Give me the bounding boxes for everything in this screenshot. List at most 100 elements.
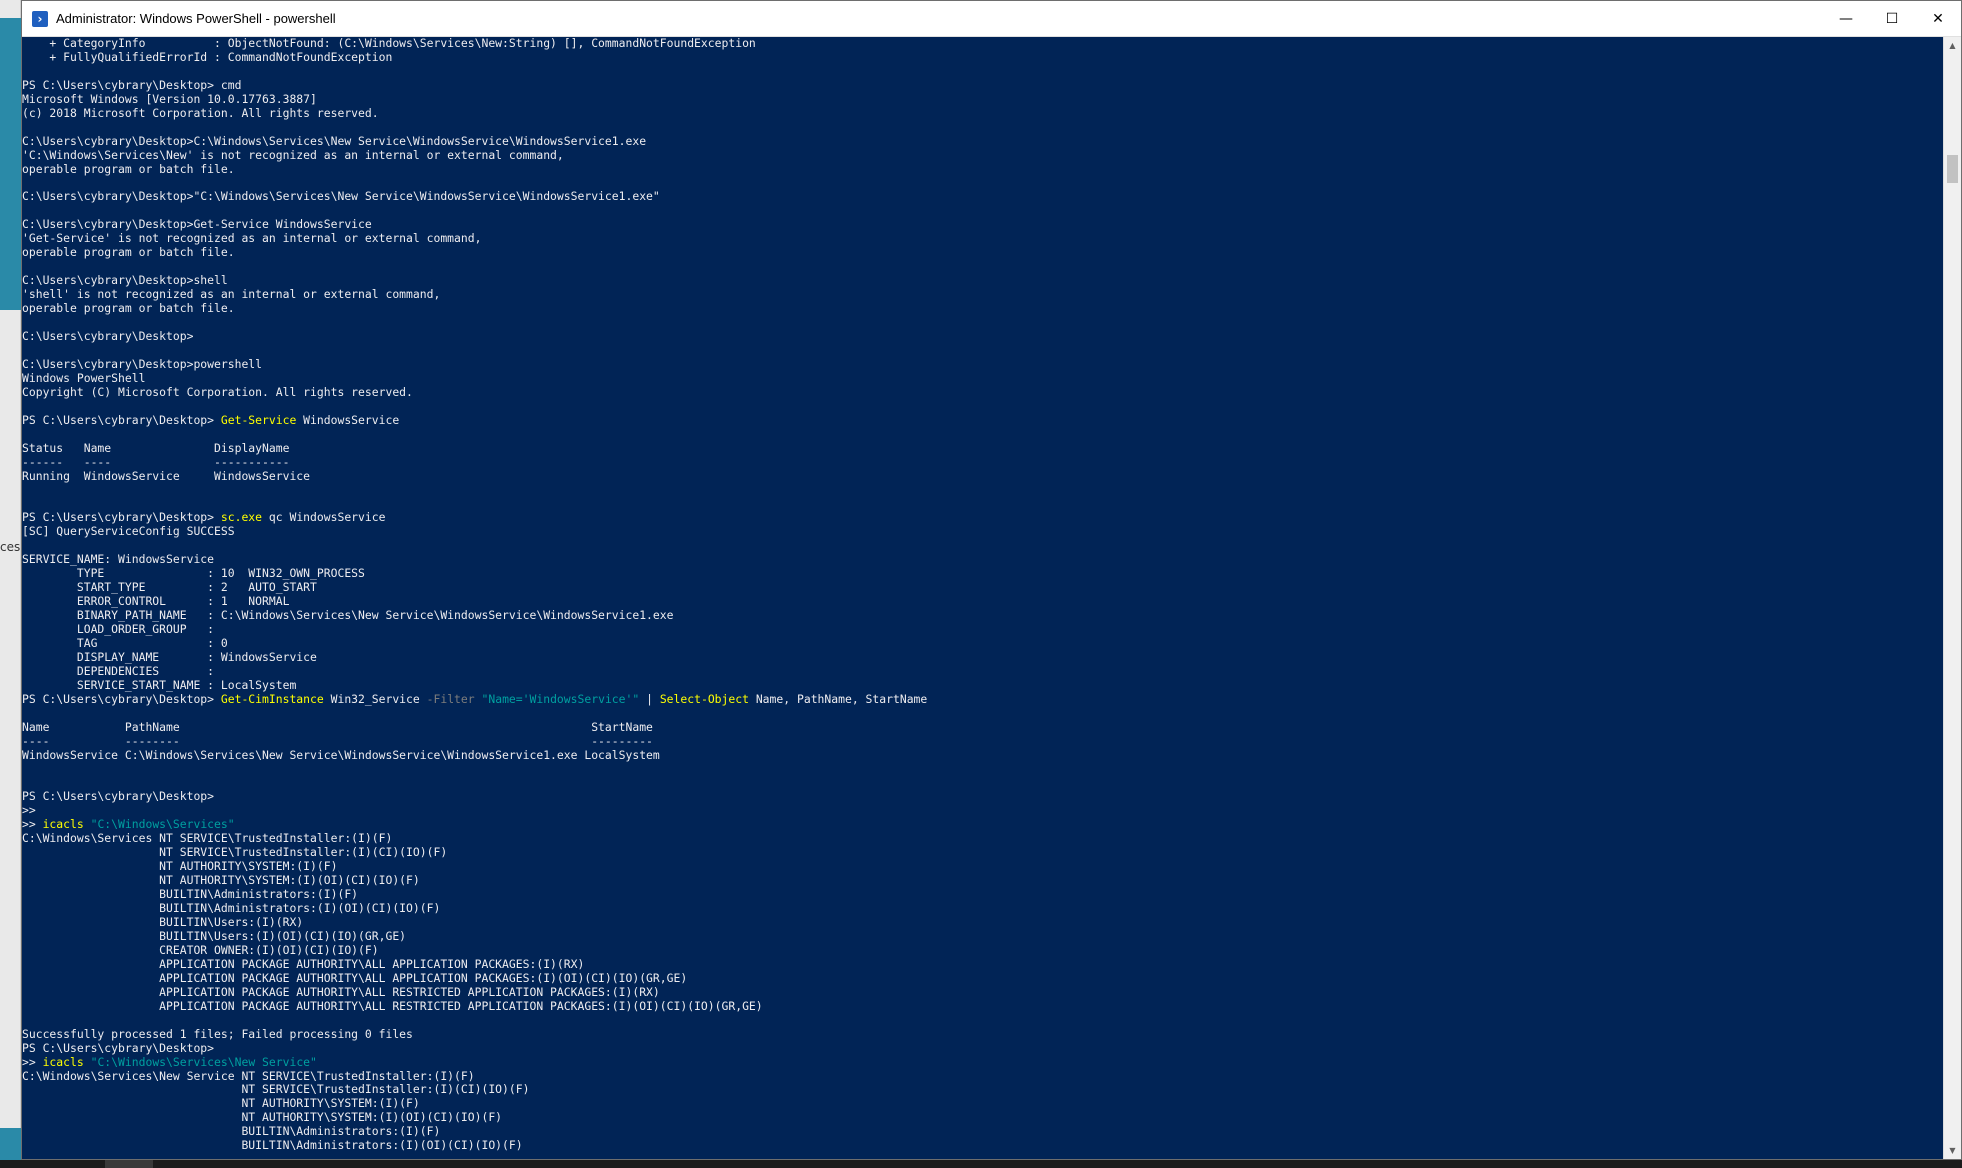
console-segment: Windows PowerShell (22, 370, 146, 385)
console-line: C:\Users\cybrary\Desktop>C:\Windows\Serv… (22, 134, 646, 148)
console-line: BUILTIN\Administrators:(I)(OI)(CI)(IO)(F… (22, 901, 440, 915)
console-line: PS C:\Users\cybrary\Desktop> (22, 1041, 214, 1055)
console-line: Status Name DisplayName (22, 441, 289, 455)
console-segment: DEPENDENCIES : (22, 663, 215, 678)
background-window-accent (0, 18, 21, 310)
console-segment: BUILTIN\Administrators:(I)(OI)(CI)(IO)(F… (22, 1138, 523, 1153)
background-window-strip: ces (0, 0, 21, 1160)
console-line: (c) 2018 Microsoft Corporation. All righ… (22, 106, 379, 120)
console-line: Running WindowsService WindowsService (22, 469, 310, 483)
console-output[interactable]: + CategoryInfo : ObjectNotFound: (C:\Win… (22, 37, 1943, 1159)
minimize-button[interactable]: — (1823, 1, 1869, 37)
console-segment: PS C:\Users\cybrary\Desktop> (22, 1040, 215, 1055)
console-segment: C:\Users\cybrary\Desktop>shell (22, 273, 228, 288)
console-line: Successfully processed 1 files; Failed p… (22, 1027, 413, 1041)
vertical-scrollbar[interactable]: ▲ ▼ (1943, 37, 1961, 1159)
console-segment: "C:\Windows\Services\New Service" (90, 1054, 317, 1069)
console-line: PS C:\Users\cybrary\Desktop> cmd (22, 78, 241, 92)
console-segment: START_TYPE : 2 AUTO_START (22, 580, 317, 595)
console-segment: "C:\Windows\Services" (90, 817, 235, 832)
console-segment: NT AUTHORITY\SYSTEM:(I)(OI)(CI)(IO)(F) (22, 1110, 503, 1125)
console-line: C:\Users\cybrary\Desktop> (22, 329, 193, 343)
console-line: C:\Users\cybrary\Desktop>powershell (22, 357, 262, 371)
console-line: NT AUTHORITY\SYSTEM:(I)(F) (22, 859, 337, 873)
console-line: 'C:\Windows\Services\New' is not recogni… (22, 148, 564, 162)
scroll-down-arrow-icon[interactable]: ▼ (1944, 1142, 1961, 1159)
console-segment: Select-Object (659, 691, 749, 706)
taskbar (0, 1160, 1962, 1168)
console-line: NT AUTHORITY\SYSTEM:(I)(F) (22, 1096, 419, 1110)
console-line: BUILTIN\Users:(I)(OI)(CI)(IO)(GR,GE) (22, 929, 406, 943)
background-window-accent-bottom (0, 1128, 21, 1160)
console-line: APPLICATION PACKAGE AUTHORITY\ALL RESTRI… (22, 999, 763, 1013)
console-line: BINARY_PATH_NAME : C:\Windows\Services\N… (22, 608, 674, 622)
console-segment: icacls (42, 1054, 84, 1069)
console-segment: Name PathName StartName (22, 719, 653, 734)
console-segment: PS C:\Users\cybrary\Desktop> (22, 510, 221, 525)
console-segment: APPLICATION PACKAGE AUTHORITY\ALL APPLIC… (22, 970, 688, 985)
console-line: DEPENDENCIES : (22, 664, 214, 678)
console-line: NT AUTHORITY\SYSTEM:(I)(OI)(CI)(IO)(F) (22, 873, 420, 887)
maximize-button[interactable]: ☐ (1869, 1, 1915, 37)
console-line: 'Get-Service' is not recognized as an in… (22, 231, 481, 245)
console-segment: TYPE : 10 WIN32_OWN_PROCESS (22, 566, 365, 581)
console-line: NT SERVICE\TrustedInstaller:(I)(CI)(IO)(… (22, 845, 447, 859)
console-segment: SERVICE_NAME: WindowsService (22, 552, 215, 567)
console-line: Windows PowerShell (22, 371, 145, 385)
console-segment: PS C:\Users\cybrary\Desktop> (22, 789, 215, 804)
close-button[interactable]: ✕ (1915, 1, 1961, 37)
console-segment: Status Name DisplayName (22, 440, 290, 455)
console-line: TYPE : 10 WIN32_OWN_PROCESS (22, 566, 365, 580)
console-line: PS C:\Users\cybrary\Desktop> (22, 789, 214, 803)
console-line: BUILTIN\Administrators:(I)(F) (22, 1124, 440, 1138)
console-line: [SC] QueryServiceConfig SUCCESS (22, 524, 235, 538)
console-segment: 'C:\Windows\Services\New' is not recogni… (22, 147, 564, 162)
console-segment: C:\Users\cybrary\Desktop>powershell (22, 356, 263, 371)
console-segment: WindowsService C:\Windows\Services\New S… (22, 747, 660, 762)
console-segment: BINARY_PATH_NAME : C:\Windows\Services\N… (22, 608, 674, 623)
console-text: + CategoryInfo : ObjectNotFound: (C:\Win… (22, 37, 1943, 1153)
console-segment: operable program or batch file. (22, 161, 235, 176)
console-segment: operable program or batch file. (22, 245, 235, 260)
console-line: SERVICE_NAME: WindowsService (22, 552, 214, 566)
console-segment: >> (22, 817, 43, 832)
console-line: PS C:\Users\cybrary\Desktop> Get-Service… (22, 413, 399, 427)
console-segment: TAG : 0 (22, 635, 228, 650)
console-line: operable program or batch file. (22, 245, 235, 259)
console-line: START_TYPE : 2 AUTO_START (22, 580, 317, 594)
console-line: >> icacls "C:\Windows\Services" (22, 817, 235, 831)
console-segment: icacls (42, 817, 84, 832)
console-segment: Copyright (C) Microsoft Corporation. All… (22, 384, 413, 399)
powershell-window: › Administrator: Windows PowerShell - po… (21, 0, 1962, 1160)
console-segment: NT SERVICE\TrustedInstaller:(I)(CI)(IO)(… (22, 845, 448, 860)
console-segment: PS C:\Users\cybrary\Desktop> (22, 691, 221, 706)
title-bar[interactable]: › Administrator: Windows PowerShell - po… (22, 1, 1961, 37)
console-line: WindowsService C:\Windows\Services\New S… (22, 748, 660, 762)
console-line: SERVICE_START_NAME : LocalSystem (22, 678, 296, 692)
console-segment: DISPLAY_NAME : WindowsService (22, 649, 317, 664)
console-segment: C:\Windows\Services\New Service NT SERVI… (22, 1068, 475, 1083)
console-segment: Running WindowsService WindowsService (22, 468, 311, 483)
console-segment (84, 1055, 91, 1069)
console-segment: "Name='WindowsService'" (481, 691, 640, 706)
taskbar-item[interactable] (105, 1160, 153, 1168)
console-segment: LOAD_ORDER_GROUP : (22, 622, 215, 637)
console-segment: CREATOR OWNER:(I)(OI)(CI)(IO)(F) (22, 942, 379, 957)
scroll-up-arrow-icon[interactable]: ▲ (1944, 37, 1961, 54)
window-title: Administrator: Windows PowerShell - powe… (56, 11, 336, 26)
console-line: C:\Windows\Services\New Service NT SERVI… (22, 1069, 475, 1083)
console-line: C:\Users\cybrary\Desktop>shell (22, 273, 228, 287)
powershell-icon: › (32, 10, 48, 27)
console-segment: BUILTIN\Users:(I)(OI)(CI)(IO)(GR,GE) (22, 929, 407, 943)
window-controls: — ☐ ✕ (1823, 1, 1961, 37)
console-segment: Microsoft Windows [Version 10.0.17763.38… (22, 91, 317, 106)
console-line: C:\Users\cybrary\Desktop>"C:\Windows\Ser… (22, 189, 660, 204)
console-line: APPLICATION PACKAGE AUTHORITY\ALL APPLIC… (22, 957, 584, 971)
scroll-thumb[interactable] (1947, 155, 1958, 183)
console-line: ------ ---- ----------- (22, 455, 289, 469)
console-segment: NT AUTHORITY\SYSTEM:(I)(F) (22, 859, 338, 874)
console-segment: BUILTIN\Administrators:(I)(OI)(CI)(IO)(F… (22, 901, 441, 916)
console-line: BUILTIN\Users:(I)(RX) (22, 915, 303, 929)
console-segment (475, 692, 482, 706)
console-segment: NT SERVICE\TrustedInstaller:(I)(CI)(IO)(… (22, 1082, 530, 1097)
